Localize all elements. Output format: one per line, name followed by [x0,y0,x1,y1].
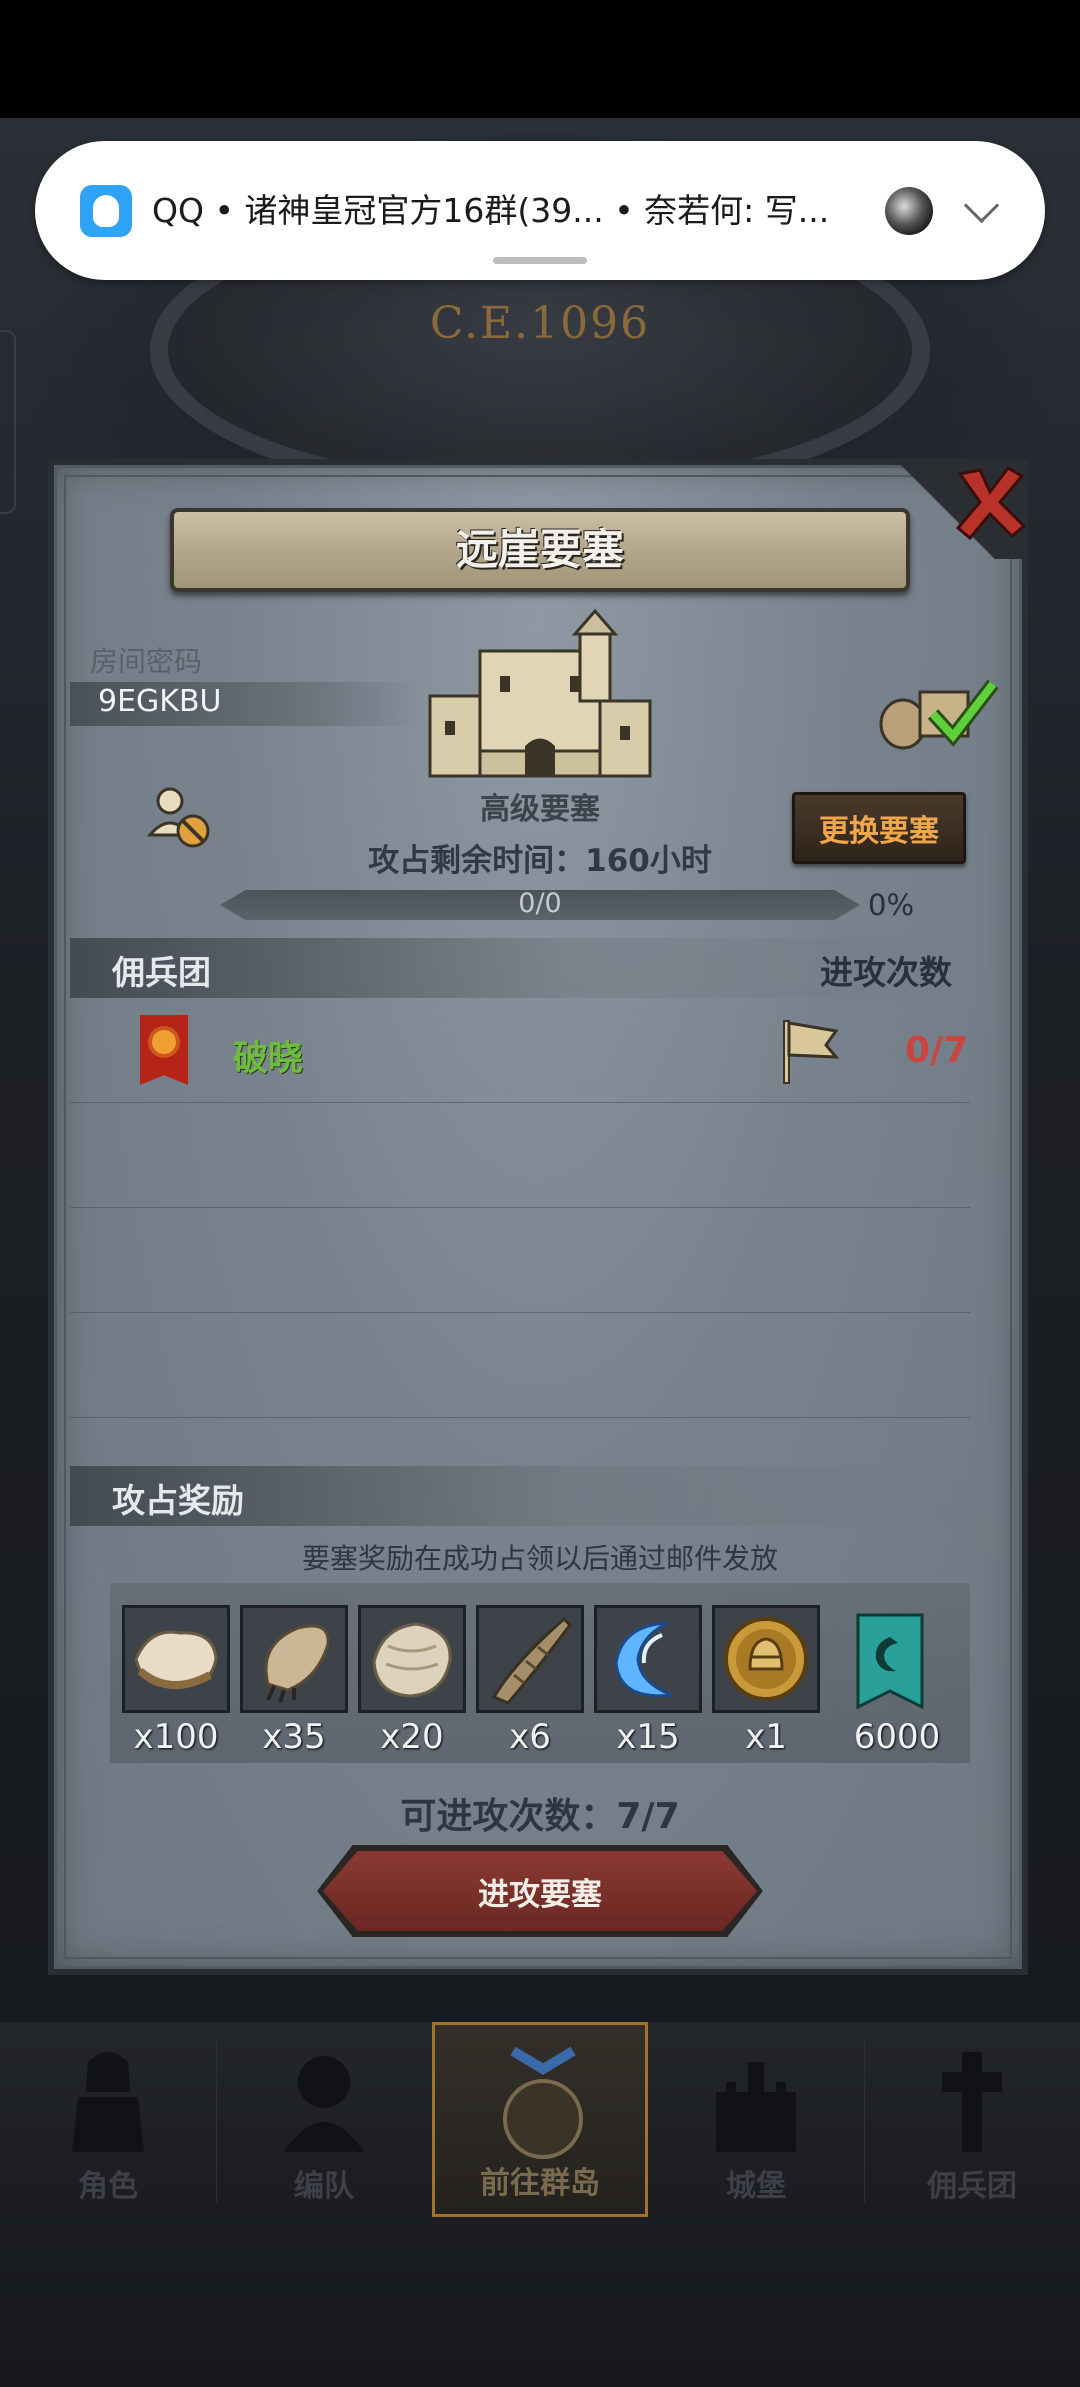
flag-icon [783,1020,840,1084]
mercenary-name: 破晓 [233,1039,304,1079]
claw-fur-icon [264,1624,330,1703]
qq-app-icon [80,185,132,237]
reward-note: 要塞奖励在成功占领以后通过邮件发放 [301,1542,778,1575]
fortress-castle-icon [428,608,652,778]
notification-text: QQ • 诸神皇冠官方16群(39... • 奈若何: 写... [152,191,830,230]
bottom-padding [0,2217,1080,2387]
reward-item[interactable] [476,1605,584,1713]
supply-check-icon[interactable] [875,672,1000,752]
reward-quantity: x6 [509,1717,551,1757]
room-password-label: 房间密码 [90,645,203,678]
attacks-column-header: 进攻次数 [820,953,952,992]
castle-icon [716,2062,796,2152]
nav-item-character[interactable]: 角色 [0,2022,216,2217]
nav-label: 佣兵团 [927,2169,1017,2204]
reward-item[interactable] [594,1605,702,1713]
fleece-icon [372,1622,452,1698]
progress-count: 0/0 [518,888,562,919]
formation-icon [284,2056,364,2152]
reward-quantity: x20 [380,1717,444,1757]
qq-notification[interactable]: QQ • 诸神皇冠官方16群(39... • 奈若何: 写... [35,141,1045,280]
nav-item-castle[interactable]: 城堡 [648,2022,864,2217]
nav-item-formation[interactable]: 编队 [216,2022,432,2217]
row-divider [70,1312,970,1313]
reward-section-title: 攻占奖励 [112,1481,244,1520]
remaining-time: 攻占剩余时间：160小时 [368,843,712,879]
row-divider [70,1102,970,1103]
crescent-crystal-icon [614,1621,673,1698]
status-bar [0,0,1080,118]
bottom-navigation: 角色 编队 前往群岛 城堡 佣兵团 [0,2022,1080,2217]
reward-item[interactable] [240,1605,348,1713]
guild-banner-icon [856,1613,924,1710]
nav-label: 城堡 [726,2169,786,2204]
reward-quantity: x100 [133,1717,219,1757]
progress-percent: 0% [868,888,915,922]
row-divider [70,1417,970,1418]
sender-avatar [885,187,933,235]
reward-quantity: x35 [262,1717,326,1757]
chevron-down-icon[interactable] [963,187,1000,224]
reward-item[interactable] [122,1605,230,1713]
drag-handle[interactable] [493,257,587,264]
reward-item[interactable] [358,1605,466,1713]
reward-quantity: x15 [616,1717,680,1757]
nav-label: 角色 [78,2169,138,2204]
room-password-value[interactable]: 9EGKBU [98,684,222,719]
title-plaque: 远崖要塞 [170,508,910,592]
horn-icon [491,1616,572,1705]
attack-count: 0/7 [905,1030,969,1071]
fortress-title: 远崖要塞 [455,525,624,574]
helmet-medal-icon [724,1617,808,1701]
attempts-remaining: 可进攻次数：7/7 [400,1796,680,1837]
reward-item[interactable] [836,1605,944,1713]
row-divider [70,1207,970,1208]
attack-button-label: 进攻要塞 [478,1876,602,1913]
mercenary-section-title: 佣兵团 [112,953,211,992]
era-label: C.E.1096 [429,298,651,349]
knight-icon [72,2052,144,2152]
mercenary-icon [942,2052,1002,2152]
side-tab[interactable] [0,330,16,514]
islands-icon [503,2046,583,2159]
close-icon[interactable] [950,462,1030,542]
nav-item-mercenary[interactable]: 佣兵团 [864,2022,1080,2217]
reward-quantity: 6000 [853,1717,941,1757]
attack-fortress-button[interactable]: 进攻要塞 [323,1851,757,1931]
nav-label: 前往群岛 [480,2166,600,2201]
nav-label: 编队 [294,2169,354,2204]
hide-pelt-icon [134,1630,218,1690]
sun-emblem-icon [152,1030,176,1054]
reward-item[interactable] [712,1605,820,1713]
nav-item-islands[interactable]: 前往群岛 [432,2022,648,2217]
reward-quantity: x1 [745,1717,787,1757]
